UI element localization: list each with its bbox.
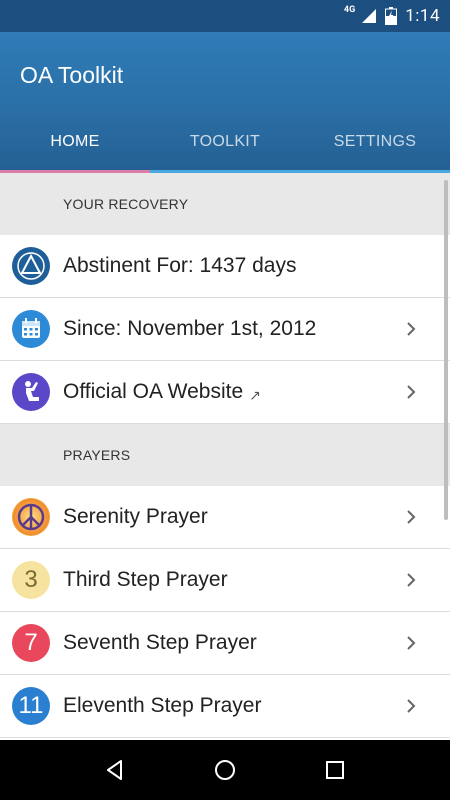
number-7-icon: 7 xyxy=(12,624,50,662)
abstinent-label: Abstinent For: 1437 days xyxy=(63,254,297,277)
system-nav-bar xyxy=(0,740,450,800)
recents-square-icon xyxy=(326,761,344,779)
chevron-right-icon xyxy=(407,322,416,336)
chevron-right-icon xyxy=(407,699,416,713)
eleventh-step-prayer-label: Eleventh Step Prayer xyxy=(63,694,262,717)
oa-website-text: Official OA Website xyxy=(63,380,244,403)
chevron-right-icon xyxy=(407,510,416,524)
tab-bar: HOME TOOLKIT SETTINGS xyxy=(0,114,450,170)
section-header-prayers: PRAYERS xyxy=(0,424,450,486)
recents-button[interactable] xyxy=(315,750,355,790)
number-3-icon: 3 xyxy=(12,561,50,599)
serenity-prayer-label: Serenity Prayer xyxy=(63,505,208,528)
chevron-right-icon xyxy=(407,636,416,650)
third-step-prayer-label: Third Step Prayer xyxy=(63,568,228,591)
home-button[interactable] xyxy=(205,750,245,790)
clock: 1:14 xyxy=(405,6,440,26)
list-item-abstinent: Abstinent For: 1437 days xyxy=(0,235,450,298)
scrollbar[interactable] xyxy=(444,180,448,520)
back-icon xyxy=(107,760,122,780)
number-11-icon: 11 xyxy=(12,687,50,725)
peace-sign-icon xyxy=(12,498,50,536)
tab-toolkit[interactable]: TOOLKIT xyxy=(150,114,300,170)
network-type: 4G xyxy=(343,5,356,15)
section-header-recovery: YOUR RECOVERY xyxy=(0,173,450,235)
app-bar: OA Toolkit HOME TOOLKIT SETTINGS xyxy=(0,32,450,173)
oa-website-label: Official OA Website ↗ xyxy=(63,380,261,404)
oa-triangle-icon xyxy=(12,247,50,285)
list-item-oa-website[interactable]: Official OA Website ↗ xyxy=(0,361,450,424)
list-item-third-step-prayer[interactable]: 3 Third Step Prayer xyxy=(0,549,450,612)
seventh-step-prayer-label: Seventh Step Prayer xyxy=(63,631,257,654)
chevron-right-icon xyxy=(407,385,416,399)
calendar-icon xyxy=(12,310,50,348)
signal-icon xyxy=(361,8,377,24)
home-circle-icon xyxy=(215,760,235,780)
since-date-label: Since: November 1st, 2012 xyxy=(63,317,317,340)
list-item-serenity-prayer[interactable]: Serenity Prayer xyxy=(0,486,450,549)
external-link-icon: ↗ xyxy=(249,387,261,403)
chevron-right-icon xyxy=(407,573,416,587)
home-list[interactable]: YOUR RECOVERY Abstinent For: 1437 days S… xyxy=(0,173,450,740)
tab-settings[interactable]: SETTINGS xyxy=(300,114,450,170)
status-bar: 4G 1:14 xyxy=(0,0,450,32)
battery-icon xyxy=(385,7,398,25)
list-item-eleventh-step-prayer[interactable]: 11 Eleventh Step Prayer xyxy=(0,675,450,738)
back-button[interactable] xyxy=(95,750,135,790)
praying-person-icon xyxy=(12,373,50,411)
list-item-since-date[interactable]: Since: November 1st, 2012 xyxy=(0,298,450,361)
list-item-seventh-step-prayer[interactable]: 7 Seventh Step Prayer xyxy=(0,612,450,675)
app-title: OA Toolkit xyxy=(20,62,124,88)
tab-home[interactable]: HOME xyxy=(0,114,150,170)
